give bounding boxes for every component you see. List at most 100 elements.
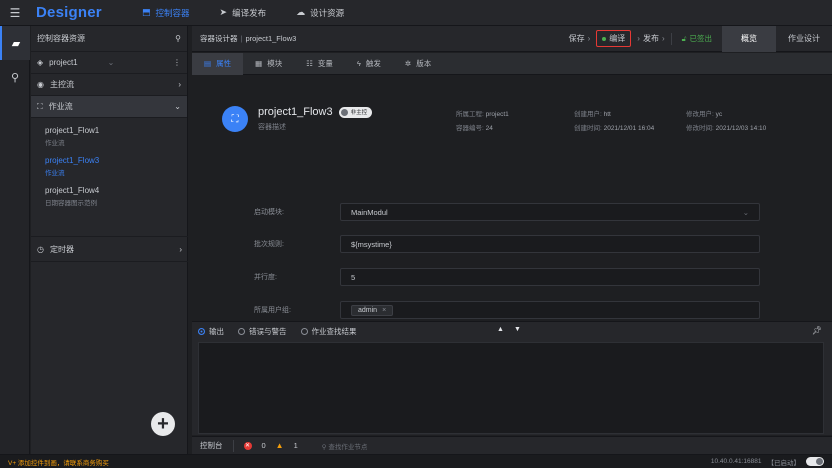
chevron-right-icon: › xyxy=(178,80,181,89)
topnav-control-container[interactable]: ⬒ 控制容器 xyxy=(142,7,190,19)
close-icon[interactable]: × xyxy=(382,307,386,314)
start-module-select[interactable]: MainModul ⌄ xyxy=(340,203,760,221)
meta-column-project: 所属工程: project1 容器编号: 24 xyxy=(456,108,509,136)
tab-label: 属性 xyxy=(216,59,232,68)
save-button[interactable]: 保存 › xyxy=(563,33,597,44)
tab-versions[interactable]: ✲ 版本 xyxy=(393,53,443,75)
compile-label: 编译 xyxy=(609,34,626,43)
flow-item-flow3[interactable]: project1_Flow3 作业流 xyxy=(31,152,187,182)
tab-variables[interactable]: ☷ 变量 xyxy=(294,53,345,75)
flow-description: 容器描述 xyxy=(258,124,286,131)
meta-key: 修改时间: xyxy=(686,125,714,132)
form-row-batch-rule: 批次规则: ${msystime} xyxy=(192,235,832,253)
main-content: ⛶ project1_Flow3 非主控 容器描述 所属工程: project1… xyxy=(192,76,832,320)
search-icon[interactable]: ⚲ xyxy=(175,34,181,43)
pin-icon[interactable]: 📌︎ xyxy=(812,326,822,335)
user-group-select[interactable]: admin × xyxy=(340,301,760,319)
topnav-compile-publish[interactable]: ➤ 编译发布 xyxy=(220,7,267,19)
warning-icon: ▲ xyxy=(275,441,284,450)
tab-job-search-results[interactable]: 作业查找结果 xyxy=(300,326,357,337)
start-module-value: MainModul xyxy=(351,207,388,217)
flow-item-name: project1_Flow4 xyxy=(45,186,100,195)
checkout-status[interactable]: 🔓︎ 已签出 xyxy=(672,33,722,44)
search-icon[interactable]: ⚲ xyxy=(0,60,30,94)
breadcrumb-current: project1_Flow3 xyxy=(245,34,297,43)
tab-errors-warnings[interactable]: 错误与警告 xyxy=(238,326,287,337)
tree-node-label: 主控流 xyxy=(49,80,74,89)
arrow-up-icon[interactable]: ▲ xyxy=(497,326,504,333)
property-tabs: ▤ 属性 ▦ 模块 ☷ 变量 ϟ 触发 ✲ 版本 xyxy=(192,52,832,75)
batch-rule-field[interactable]: ${msystime} xyxy=(340,235,760,253)
radio-icon xyxy=(300,327,308,335)
output-body xyxy=(198,342,824,434)
tab-label: 变量 xyxy=(317,59,333,68)
publish-label: 发布 xyxy=(642,34,659,43)
flow-item-sub: 作业流 xyxy=(45,140,65,147)
tab-triggers[interactable]: ϟ 触发 xyxy=(345,53,393,75)
topnav-label: 编译发布 xyxy=(232,7,267,18)
project-select[interactable]: ◈ project1 ⌄ ⋮ xyxy=(31,52,187,74)
arrow-down-icon[interactable]: ▼ xyxy=(514,326,521,333)
chevron-right-icon: › xyxy=(179,244,182,254)
more-icon[interactable]: ⋮ xyxy=(173,58,181,67)
panel-title: 控制容器资源 xyxy=(37,34,85,43)
tab-job-design[interactable]: 作业设计 xyxy=(776,26,832,52)
console-label[interactable]: 控制台 xyxy=(200,440,223,451)
breadcrumb: 容器设计器 | project1_Flow3 xyxy=(200,34,297,43)
user-group-chip: admin × xyxy=(351,304,394,316)
batch-rule-label: 批次规则: xyxy=(254,241,284,248)
meta-column-created: 创建用户: htt 创建时间: 2021/12/01 16:04 xyxy=(574,108,654,136)
chevron-down-icon: ⌄ xyxy=(742,207,749,217)
hamburger-icon[interactable]: ☰ xyxy=(0,6,30,20)
tree-node-timer[interactable]: ◷ 定时器 › xyxy=(31,236,188,262)
breadcrumb-root[interactable]: 容器设计器 xyxy=(200,34,238,43)
user-group-label: 所属用户组: xyxy=(254,307,291,314)
panel-header: 控制容器资源 ⚲ xyxy=(31,26,187,52)
server-state: 【已启动】 xyxy=(767,459,801,467)
tree-node-main-flow[interactable]: ◉ 主控流 › xyxy=(31,74,187,96)
parallel-field[interactable]: 5 xyxy=(340,268,760,286)
tab-properties[interactable]: ▤ 属性 xyxy=(192,52,244,75)
project-name: project1 xyxy=(49,58,78,67)
header-actions: 保存 › 编译 › 发布 › 🔓︎ 已签出 概览 作业设计 xyxy=(563,25,832,52)
console-search[interactable]: ⚲ 查找作业节点 xyxy=(322,441,368,451)
add-button[interactable]: + xyxy=(151,412,175,436)
chevron-right-icon: › xyxy=(587,34,591,43)
tab-output[interactable]: 输出 xyxy=(198,326,224,337)
resource-panel: 控制容器资源 ⚲ ◈ project1 ⌄ ⋮ ◉ 主控流 › ⛶ 作业流 ⌄ … xyxy=(31,26,188,454)
bolt-icon: ϟ xyxy=(356,59,361,68)
tab-modules[interactable]: ▦ 模块 xyxy=(243,53,294,75)
save-label: 保存 xyxy=(568,34,585,43)
topnav-design-resources[interactable]: ☁ 设计资源 xyxy=(296,7,344,19)
app-brand: Designer xyxy=(36,4,102,21)
master-toggle[interactable]: 非主控 xyxy=(338,106,373,118)
meta-key: 修改用户: xyxy=(686,111,714,118)
lock-icon: 🔓︎ xyxy=(681,33,687,43)
server-toggle[interactable] xyxy=(806,457,824,466)
status-bar: V+ 添加控件到画，请联系商务购买 10.40.0.41:16881 【已启动】 xyxy=(0,454,832,468)
top-navigation: ⬒ 控制容器 ➤ 编译发布 ☁ 设计资源 xyxy=(142,7,374,19)
meta-column-modified: 修改用户: yc 修改时间: 2021/12/03 14:10 xyxy=(686,108,766,136)
meta-value: 2021/12/03 14:10 xyxy=(715,125,767,132)
cube-icon: ◈ xyxy=(37,58,44,67)
toggle-label: 非主控 xyxy=(350,110,368,116)
chevron-down-icon: ⌄ xyxy=(174,102,181,111)
top-header: ☰ Designer ⬒ 控制容器 ➤ 编译发布 ☁ 设计资源 xyxy=(0,0,832,26)
batch-rule-value: ${msystime} xyxy=(351,239,392,249)
server-address: 10.40.0.41:16881 xyxy=(710,458,762,465)
flow-item-sub: 作业流 xyxy=(45,170,65,177)
flow-item-flow1[interactable]: project1_Flow1 作业流 xyxy=(31,122,187,152)
folder-icon[interactable]: ▰ xyxy=(0,26,30,60)
meta-value: htt xyxy=(603,111,611,118)
meta-key: 创建用户: xyxy=(574,111,602,118)
tab-label: 触发 xyxy=(365,59,381,68)
tab-overview[interactable]: 概览 xyxy=(722,25,776,52)
radio-icon xyxy=(198,327,205,335)
publish-button[interactable]: › 发布 › xyxy=(631,33,670,44)
tree-node-job-flow[interactable]: ⛶ 作业流 ⌄ xyxy=(31,96,187,118)
tab-label: 输出 xyxy=(209,326,224,336)
flow-title: project1_Flow3 xyxy=(258,106,333,118)
error-icon: ✕ xyxy=(243,441,252,450)
flow-item-flow4[interactable]: project1_Flow4 日期容器图示范例 xyxy=(31,182,187,212)
compile-button[interactable]: 编译 xyxy=(596,30,632,47)
